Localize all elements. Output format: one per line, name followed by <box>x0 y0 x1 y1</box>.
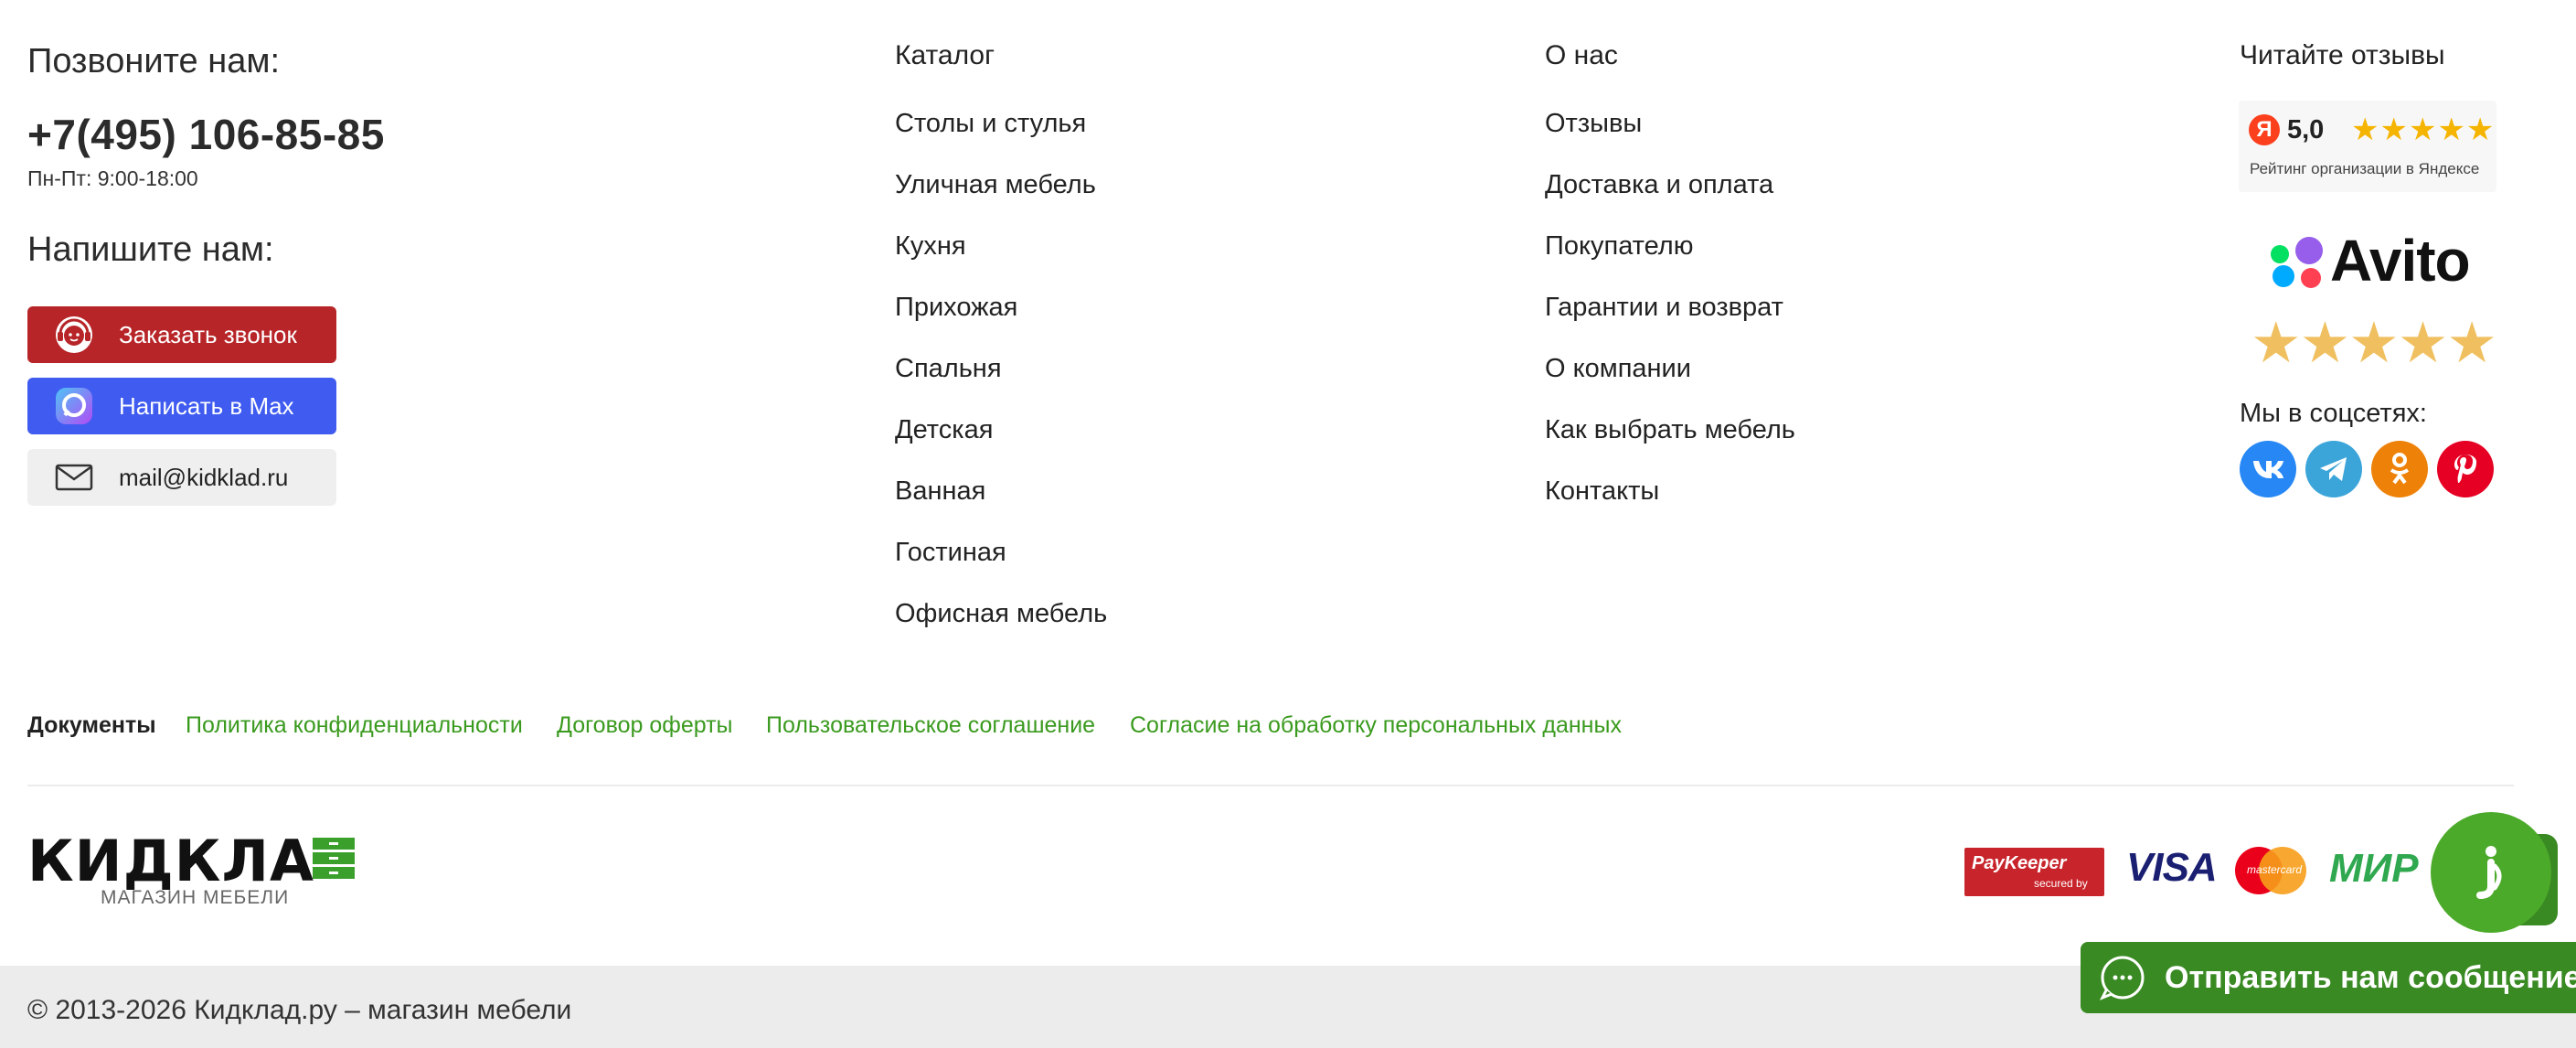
send-message-label: Отправить нам сообщение <box>2165 959 2576 995</box>
email-label: mail@kidklad.ru <box>119 463 289 491</box>
call-heading: Позвоните нам: <box>27 42 281 80</box>
avito-stars-icon: ★★★★★ <box>2251 312 2497 375</box>
catalog-title: Каталог <box>895 40 995 70</box>
paykeeper-logo: PayKeeper secured by <box>1964 848 2104 896</box>
phone-number[interactable]: +7(495) 106-85-85 <box>27 110 385 159</box>
yandex-rating-caption: Рейтинг организации в Яндексе <box>2250 160 2480 177</box>
chat-widget-icon[interactable] <box>2431 812 2551 933</box>
drawer-logo-icon <box>311 836 357 886</box>
social-title: Мы в соцсетях: <box>2240 399 2427 428</box>
about-item-contacts[interactable]: Контакты <box>1545 476 1659 507</box>
avito-logo-icon[interactable] <box>2265 234 2329 299</box>
doc-link-user-agreement[interactable]: Пользовательское соглашение <box>766 712 1095 739</box>
chat-bubble-icon <box>2099 954 2146 1001</box>
yandex-stars-icon: ★★★★★ <box>2351 112 2496 147</box>
footer-divider <box>27 785 2514 786</box>
mir-logo: МИР <box>2329 846 2419 891</box>
reviews-title: Читайте отзывы <box>2240 40 2445 70</box>
catalog-item-kids[interactable]: Детская <box>895 415 993 445</box>
about-title: О нас <box>1545 40 1618 70</box>
copyright-text: © 2013-2026 Кидклад.ру – магазин мебели <box>27 995 572 1025</box>
mastercard-logo-text: mastercard <box>2247 863 2303 876</box>
catalog-item-tables-chairs[interactable]: Столы и стулья <box>895 109 1086 139</box>
yandex-rating-value: 5,0 <box>2287 115 2325 144</box>
pinterest-icon[interactable] <box>2437 441 2494 497</box>
mastercard-logo: mastercard <box>2232 845 2309 896</box>
catalog-item-office[interactable]: Офисная мебель <box>895 599 1107 629</box>
catalog-item-living-room[interactable]: Гостиная <box>895 538 1006 568</box>
order-call-button[interactable]: Заказать звонок <box>27 306 336 363</box>
visa-logo: VISA <box>2126 845 2218 890</box>
doc-link-privacy[interactable]: Политика конфиденциальности <box>186 712 523 739</box>
catalog-item-hallway[interactable]: Прихожая <box>895 293 1017 323</box>
envelope-icon <box>53 456 95 498</box>
about-item-delivery[interactable]: Доставка и оплата <box>1545 170 1773 200</box>
paykeeper-logo-text: PayKeeper <box>1972 853 2067 873</box>
operator-headset-icon <box>53 314 95 356</box>
documents-label: Документы <box>27 712 156 738</box>
write-max-button[interactable]: Написать в Max <box>27 378 336 434</box>
catalog-item-outdoor[interactable]: Уличная мебель <box>895 170 1096 200</box>
write-max-label: Написать в Max <box>119 391 294 420</box>
about-item-how-to-choose[interactable]: Как выбрать мебель <box>1545 415 1795 445</box>
send-message-button[interactable]: Отправить нам сообщение <box>2081 942 2576 1013</box>
paykeeper-secured-text: secured by <box>2034 877 2088 890</box>
catalog-item-kitchen[interactable]: Кухня <box>895 231 966 262</box>
telegram-icon[interactable] <box>2305 441 2362 497</box>
vk-icon[interactable] <box>2240 441 2296 497</box>
about-item-company[interactable]: О компании <box>1545 354 1691 384</box>
about-item-reviews[interactable]: Отзывы <box>1545 109 1642 139</box>
brand-tagline: МАГАЗИН МЕБЕЛИ <box>101 887 290 908</box>
working-hours: Пн-Пт: 9:00-18:00 <box>27 166 198 190</box>
brand-logo-text[interactable]: КИДКЛА <box>27 828 314 894</box>
catalog-item-bathroom[interactable]: Ванная <box>895 476 985 507</box>
about-item-warranty[interactable]: Гарантии и возврат <box>1545 293 1783 323</box>
yandex-logo-icon: Я <box>2249 114 2280 145</box>
order-call-label: Заказать звонок <box>119 320 297 348</box>
doc-link-data-consent[interactable]: Согласие на обработку персональных данны… <box>1130 712 1622 739</box>
doc-link-offer[interactable]: Договор оферты <box>557 712 733 739</box>
write-heading: Напишите нам: <box>27 230 274 269</box>
odnoklassniki-icon[interactable] <box>2371 441 2428 497</box>
avito-logo-text: Avito <box>2330 228 2471 294</box>
catalog-item-bedroom[interactable]: Спальня <box>895 354 1002 384</box>
max-messenger-icon <box>53 385 95 427</box>
about-item-customer[interactable]: Покупателю <box>1545 231 1693 262</box>
email-button[interactable]: mail@kidklad.ru <box>27 449 336 506</box>
